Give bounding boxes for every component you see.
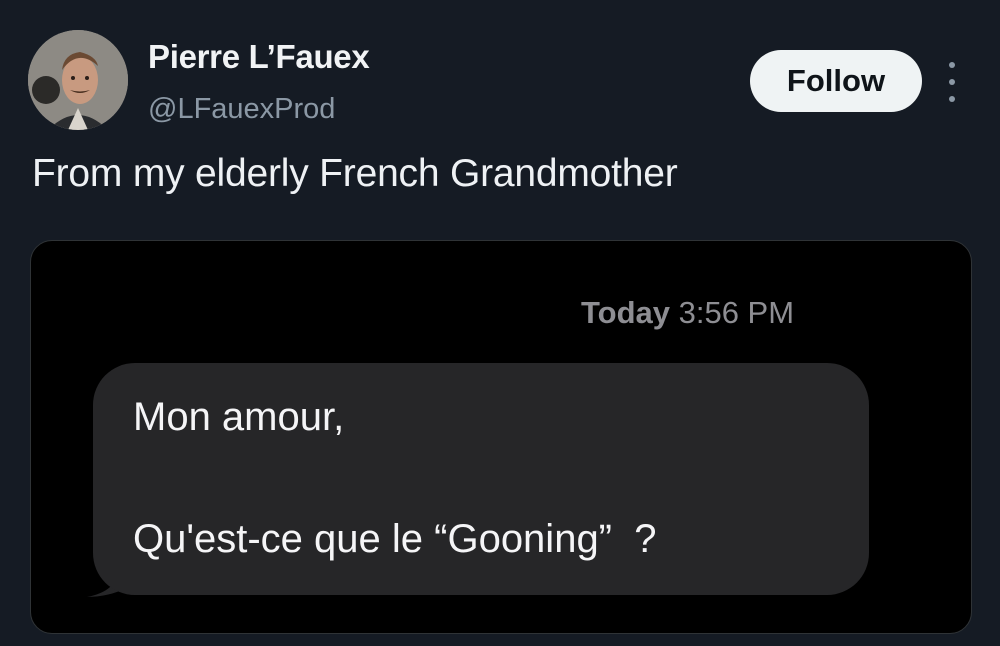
dot <box>949 79 955 85</box>
dot <box>949 96 955 102</box>
timestamp-day: Today <box>581 295 670 330</box>
tweet-card: Pierre L’Fauex @LFauexProd Follow From m… <box>0 0 1000 646</box>
more-vertical-icon[interactable] <box>942 62 962 102</box>
dot <box>949 62 955 68</box>
timestamp-time: 3:56 PM <box>670 295 795 330</box>
author-handle[interactable]: @LFauexProd <box>148 93 335 126</box>
tweet-text: From my elderly French Grandmother <box>32 152 678 195</box>
avatar[interactable] <box>28 30 128 130</box>
message-line-2: Qu'est-ce que le “Gooning” ? <box>133 517 657 561</box>
message-bubble: Mon amour, Qu'est-ce que le “Gooning” ? <box>93 363 869 595</box>
follow-button[interactable]: Follow <box>750 50 922 112</box>
message-timestamp: Today 3:56 PM <box>581 295 794 331</box>
message-line-1: Mon amour, <box>133 395 345 439</box>
author-display-name[interactable]: Pierre L’Fauex <box>148 38 370 76</box>
profile-photo-icon <box>28 30 128 130</box>
attached-image[interactable]: Today 3:56 PM Mon amour, Qu'est-ce que l… <box>30 240 972 634</box>
